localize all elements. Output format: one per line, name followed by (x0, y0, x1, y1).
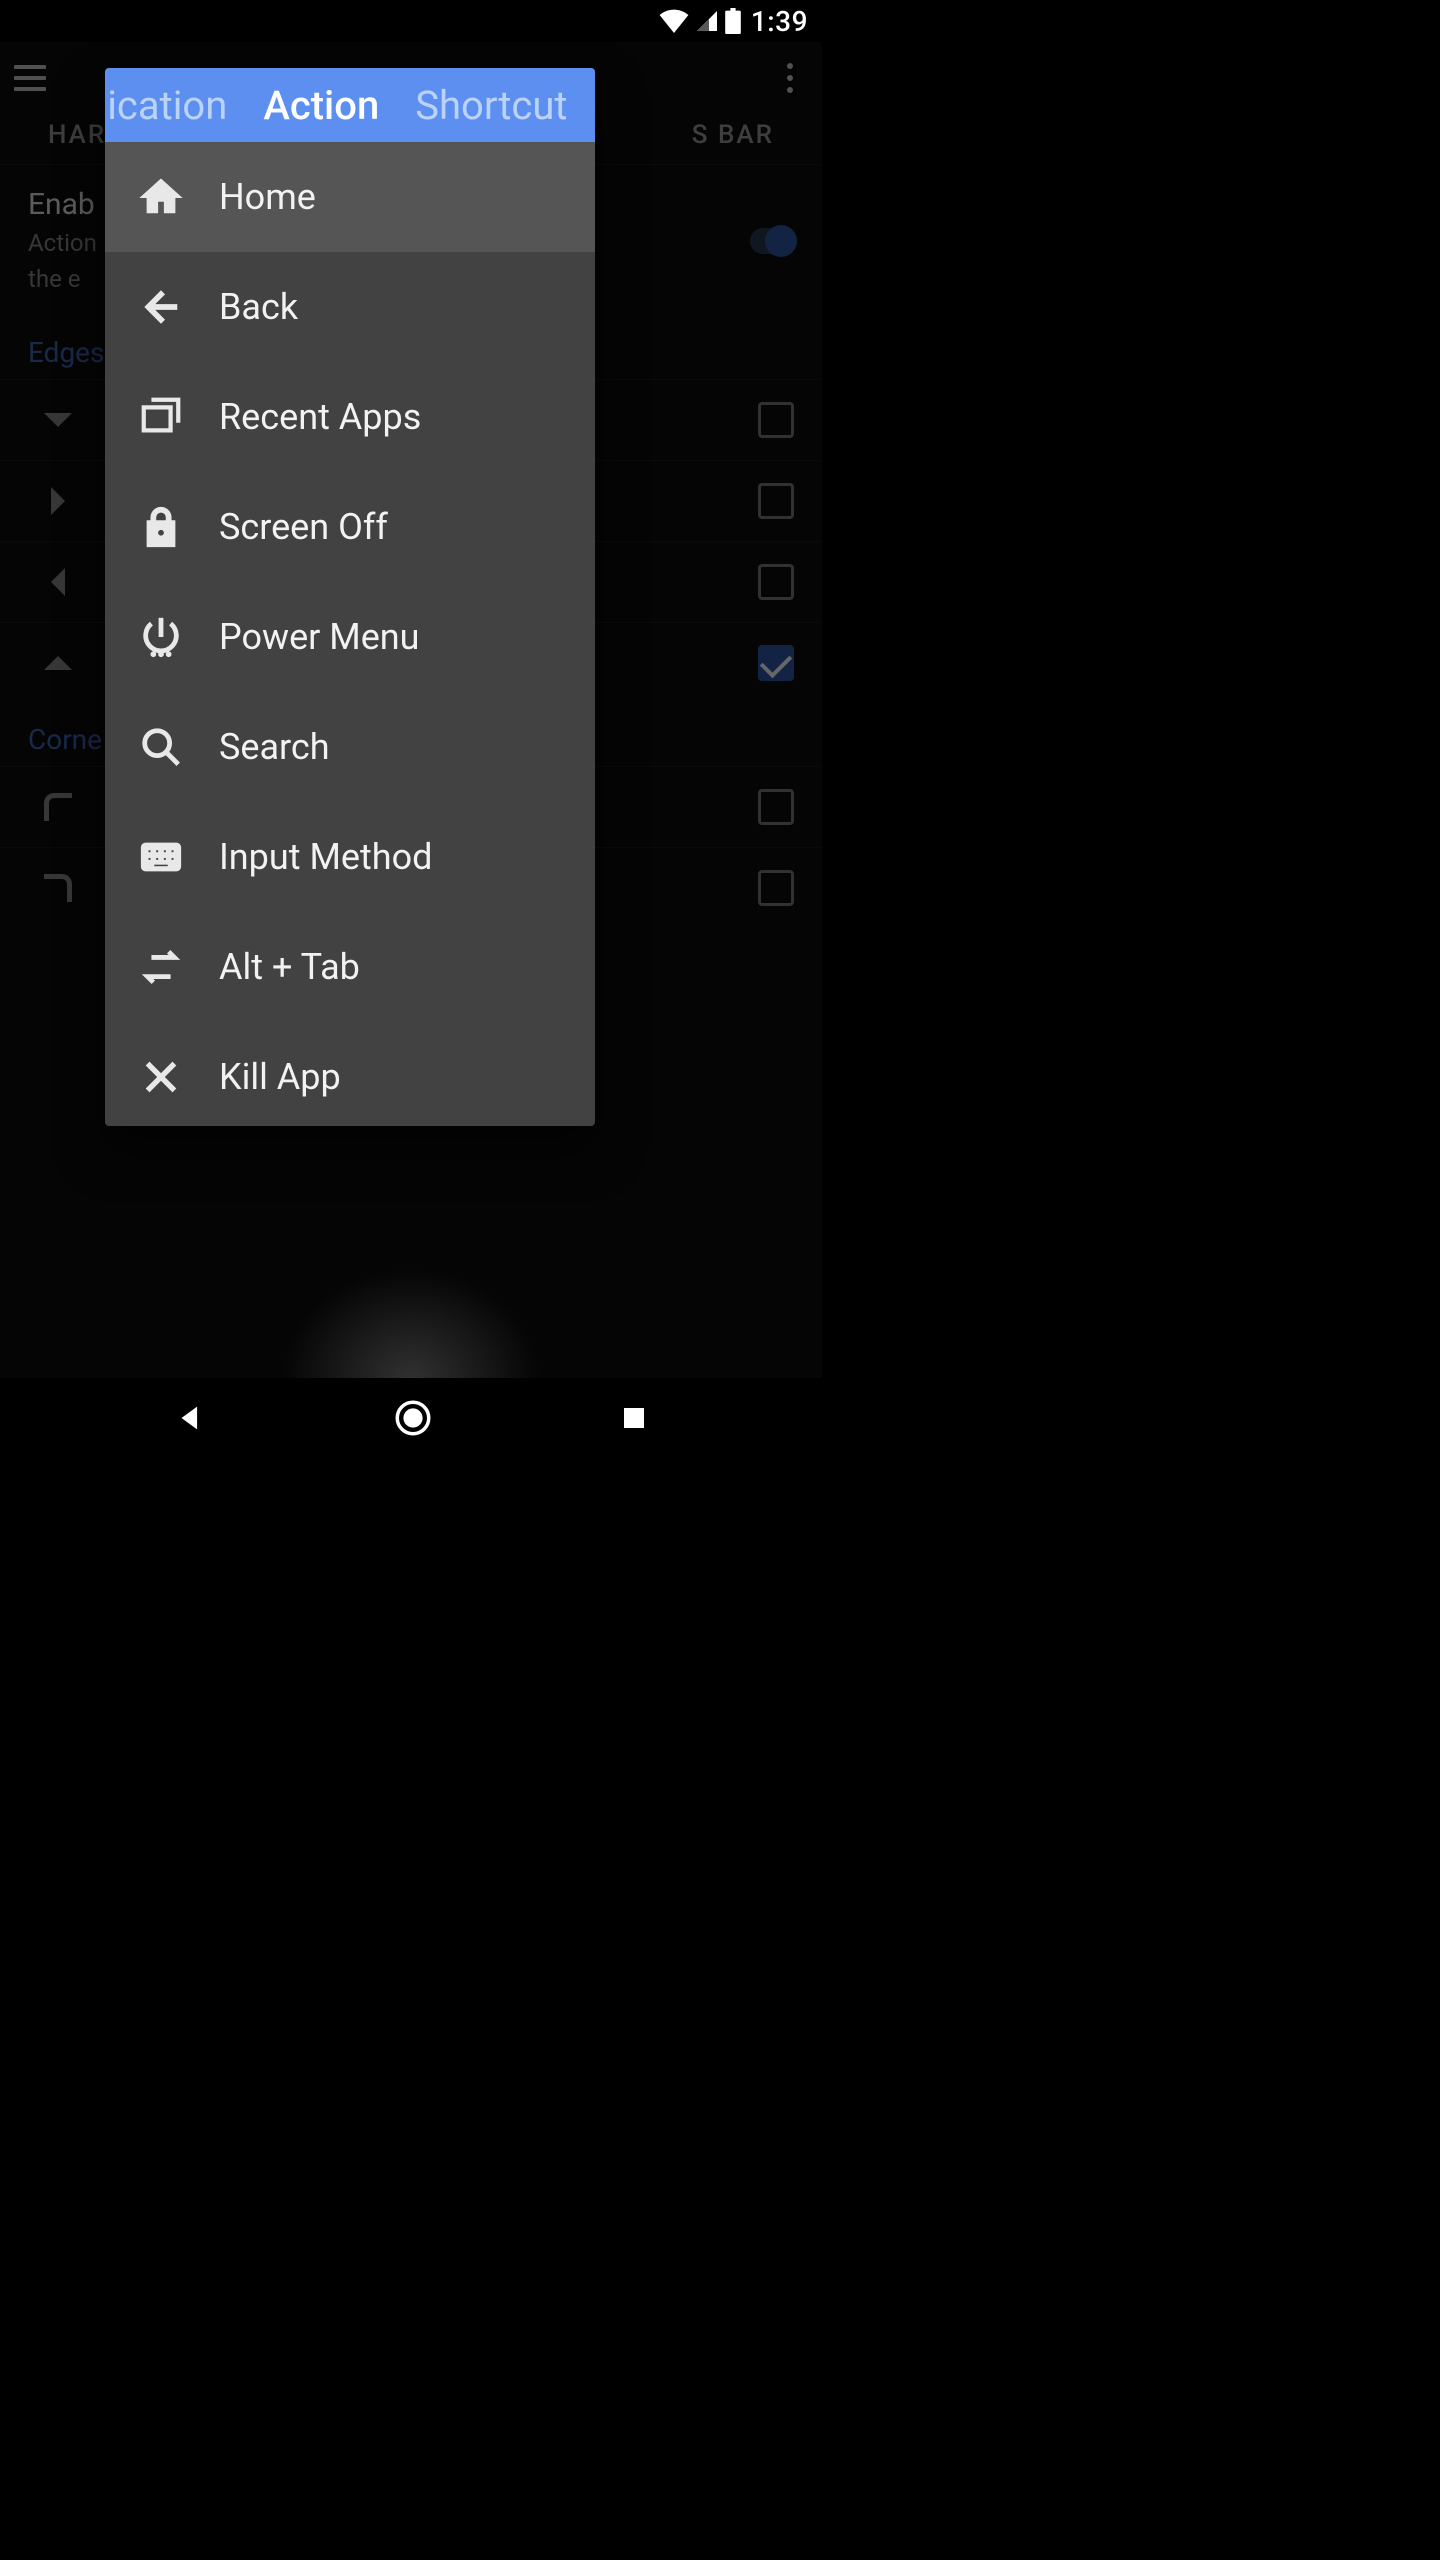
status-bar: 1:39 (0, 0, 822, 42)
action-item-back[interactable]: Back (105, 252, 595, 362)
action-label: Kill App (219, 1056, 341, 1098)
cell-signal-icon (695, 9, 719, 33)
action-label: Input Method (219, 836, 432, 878)
action-item-screen-off[interactable]: Screen Off (105, 472, 595, 582)
action-item-home[interactable]: Home (105, 142, 595, 252)
tab-shortcut[interactable]: Shortcut (397, 82, 585, 129)
action-item-recent-apps[interactable]: Recent Apps (105, 362, 595, 472)
action-item-power-menu[interactable]: Power Menu (105, 582, 595, 692)
edge-left-checkbox[interactable] (758, 564, 794, 600)
search-icon (135, 721, 187, 773)
edge-left-icon (28, 568, 88, 596)
corner-tr-checkbox[interactable] (758, 870, 794, 906)
tab-action[interactable]: Action (245, 82, 397, 129)
back-icon (135, 281, 187, 333)
corner-tr-icon (28, 874, 88, 902)
dialog-tabs: plication Action Shortcut (105, 68, 595, 142)
action-item-search[interactable]: Search (105, 692, 595, 802)
edge-right-icon (28, 487, 88, 515)
tab-application[interactable]: plication (105, 82, 245, 129)
action-label: Recent Apps (219, 396, 421, 438)
enable-switch[interactable] (750, 228, 794, 254)
wifi-icon (659, 9, 689, 33)
edge-right-checkbox[interactable] (758, 483, 794, 519)
recents-icon (135, 391, 187, 443)
action-item-alt-tab[interactable]: Alt + Tab (105, 912, 595, 1022)
action-picker-dialog: plication Action Shortcut Home Back Rece… (105, 68, 595, 1126)
power-icon (135, 611, 187, 663)
action-label: Power Menu (219, 616, 420, 658)
nav-back-icon[interactable] (173, 1401, 207, 1439)
edge-bottom-icon (28, 656, 88, 670)
action-label: Search (219, 726, 330, 768)
lock-icon (135, 501, 187, 553)
action-label: Screen Off (219, 506, 388, 548)
edge-top-icon (28, 413, 88, 427)
alt-tab-icon (135, 941, 187, 993)
home-icon (135, 171, 187, 223)
corner-tl-checkbox[interactable] (758, 789, 794, 825)
action-label: Alt + Tab (219, 946, 360, 988)
action-item-kill-app[interactable]: Kill App (105, 1022, 595, 1126)
action-list[interactable]: Home Back Recent Apps Screen Off Power M (105, 142, 595, 1126)
nav-recents-icon[interactable] (619, 1403, 649, 1437)
menu-icon[interactable] (10, 58, 50, 98)
overflow-icon[interactable] (768, 56, 812, 100)
home-indicator-glow (281, 1268, 541, 1378)
action-label: Back (219, 286, 298, 328)
action-item-input-method[interactable]: Input Method (105, 802, 595, 912)
nav-bar (0, 1378, 822, 1461)
tab-hardware[interactable]: HAR (48, 120, 106, 150)
battery-icon (725, 8, 741, 34)
action-label: Home (219, 176, 316, 218)
tab-statusbar[interactable]: S BAR (692, 120, 774, 150)
nav-home-icon[interactable] (392, 1397, 434, 1443)
edge-bottom-checkbox[interactable] (758, 645, 794, 681)
corner-tl-icon (28, 793, 88, 821)
edge-top-checkbox[interactable] (758, 402, 794, 438)
close-icon (135, 1051, 187, 1103)
keyboard-icon (135, 831, 187, 883)
status-time: 1:39 (751, 5, 808, 38)
